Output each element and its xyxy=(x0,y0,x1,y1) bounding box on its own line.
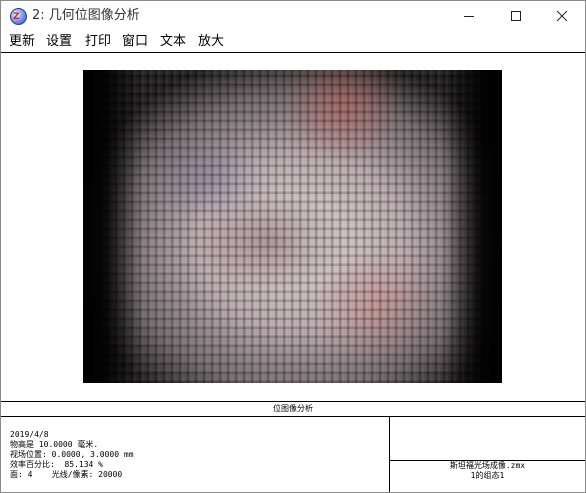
menu-update[interactable]: 更新 xyxy=(9,33,35,50)
info-date: 2019/4/8 xyxy=(10,430,49,439)
file-name: 斯坦福光场成像.zmx xyxy=(449,461,526,470)
title-bar[interactable]: Z 2: 几何位图像分析 xyxy=(1,1,585,31)
analysis-caption: 位图像分析 xyxy=(1,401,585,417)
info-surface-rays: 面: 4 光线/像素: 20000 xyxy=(10,470,123,479)
info-text: 2019/4/8 物高是 10.0000 毫米. 视场位置: 0.0000, 3.0… xyxy=(10,430,134,480)
menu-print[interactable]: 打印 xyxy=(85,33,111,50)
info-object-height: 物高是 10.0000 毫米. xyxy=(10,440,99,449)
configuration: 1的组态1 xyxy=(470,471,505,480)
minimize-icon xyxy=(464,16,474,17)
bitmap-image xyxy=(83,70,502,383)
app-icon[interactable]: Z xyxy=(10,8,27,25)
maximize-button[interactable] xyxy=(493,1,539,31)
menu-window[interactable]: 窗口 xyxy=(122,33,148,50)
close-button[interactable] xyxy=(539,1,585,31)
menu-settings[interactable]: 设置 xyxy=(46,33,72,50)
close-icon xyxy=(556,10,568,22)
minimize-button[interactable] xyxy=(446,1,492,31)
info-field-position: 视场位置: 0.0000, 3.0000 mm xyxy=(10,450,134,459)
maximize-icon xyxy=(511,11,521,21)
info-efficiency: 效率百分比: 85.134 % xyxy=(10,460,103,469)
window-title: 2: 几何位图像分析 xyxy=(32,8,140,23)
info-panel: 2019/4/8 物高是 10.0000 毫米. 视场位置: 0.0000, 3.0… xyxy=(1,417,390,492)
image-vignette xyxy=(83,70,502,383)
app-window: Z 2: 几何位图像分析 更新 设置 打印 窗口 文本 放大 位图像分析 201… xyxy=(0,0,586,493)
info-right-blank xyxy=(390,417,585,461)
file-info: 斯坦福光场成像.zmx 1的组态1 xyxy=(390,461,585,492)
menu-text[interactable]: 文本 xyxy=(160,33,186,50)
menu-zoom[interactable]: 放大 xyxy=(198,33,224,50)
menu-bar: 更新 设置 打印 窗口 文本 放大 xyxy=(1,31,585,52)
analysis-content: 位图像分析 2019/4/8 物高是 10.0000 毫米. 视场位置: 0.000… xyxy=(1,52,585,492)
